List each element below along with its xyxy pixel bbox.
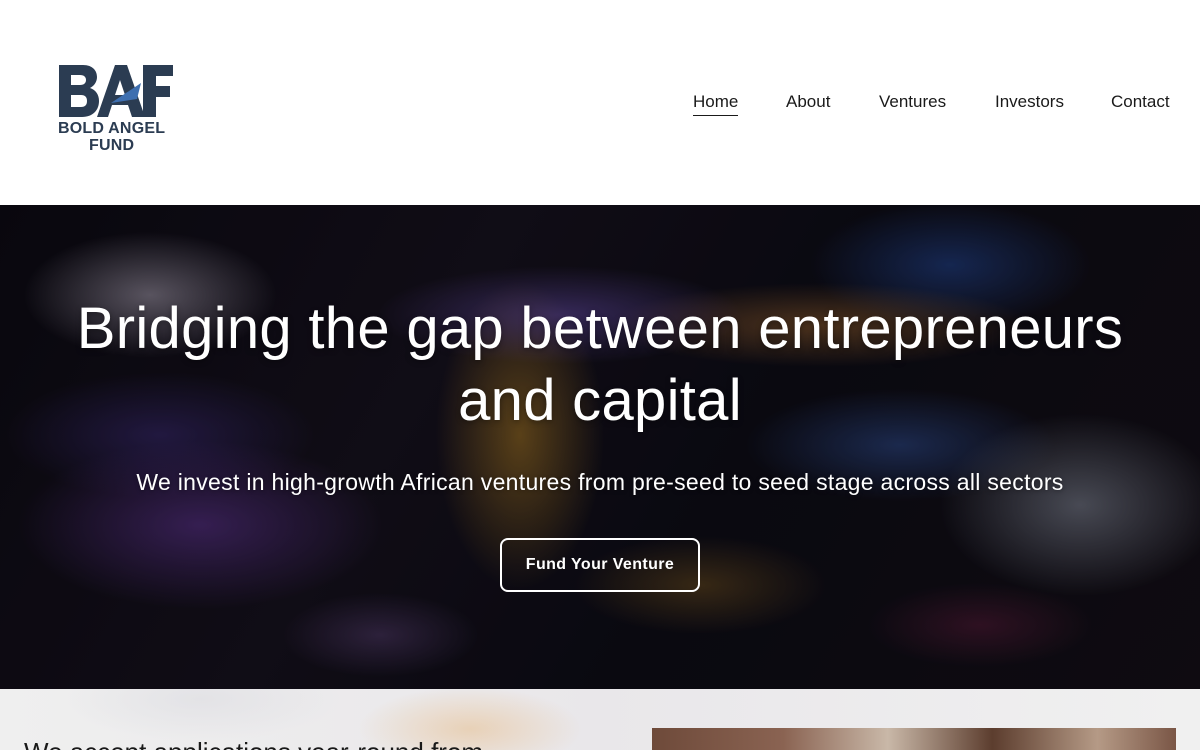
logo-text-line1: BOLD ANGEL xyxy=(58,120,166,137)
baf-logo-mark-icon xyxy=(59,65,173,117)
hero-title: Bridging the gap between entrepreneurs a… xyxy=(0,293,1200,437)
fund-your-venture-button[interactable]: Fund Your Venture xyxy=(500,538,700,592)
nav-investors[interactable]: Investors xyxy=(995,91,1064,113)
nav-home[interactable]: Home xyxy=(693,91,739,116)
nav-ventures[interactable]: Ventures xyxy=(879,91,946,113)
applications-text: We accept applications year-round from xyxy=(24,737,483,750)
applications-section: We accept applications year-round from xyxy=(0,689,1200,750)
nav-contact[interactable]: Contact xyxy=(1111,91,1170,113)
hero-title-line2: and capital xyxy=(458,368,742,433)
hero-subtitle: We invest in high-growth African venture… xyxy=(136,469,1064,495)
site-header: BOLD ANGEL FUND Home About Ventures Inve… xyxy=(0,0,1200,205)
nav-about[interactable]: About xyxy=(786,91,830,113)
hero-title-line1: Bridging the gap between entrepreneurs xyxy=(76,296,1124,361)
brand-logo[interactable]: BOLD ANGEL FUND xyxy=(57,63,175,158)
logo-text-line2: FUND xyxy=(89,137,135,154)
hero-section: Bridging the gap between entrepreneurs a… xyxy=(0,205,1200,689)
hero-background-image xyxy=(0,205,1200,689)
section-photo xyxy=(652,728,1176,750)
